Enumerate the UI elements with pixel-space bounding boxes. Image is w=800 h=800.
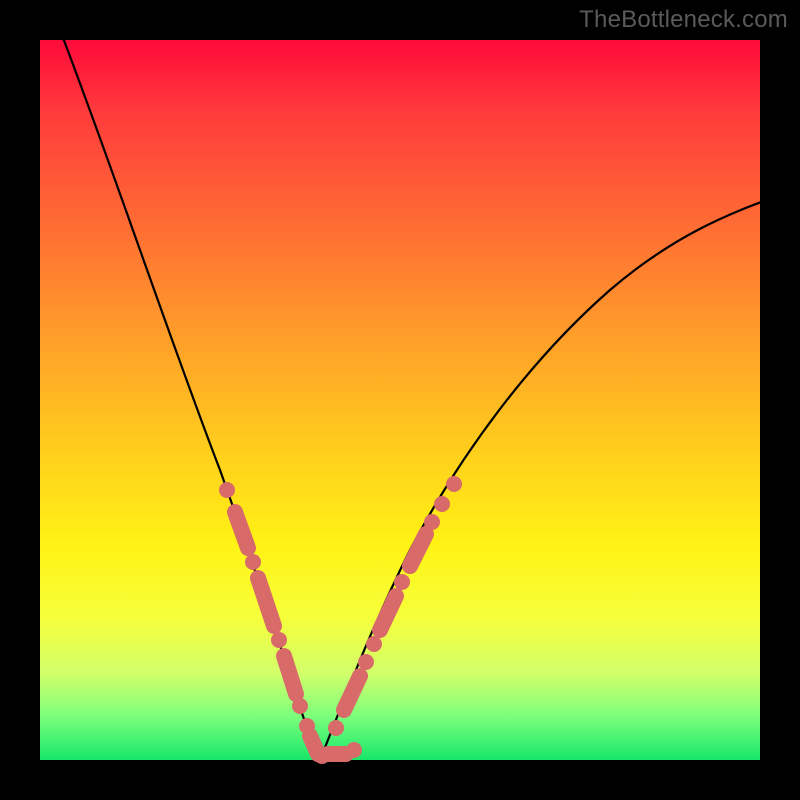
curve-right bbox=[322, 195, 780, 755]
watermark-text: TheBottleneck.com bbox=[579, 6, 788, 34]
curve-layer bbox=[40, 40, 760, 760]
plot-area bbox=[40, 40, 760, 760]
beads-right bbox=[328, 476, 462, 736]
chart-frame: TheBottleneck.com bbox=[0, 0, 800, 800]
beads-left bbox=[219, 482, 318, 754]
